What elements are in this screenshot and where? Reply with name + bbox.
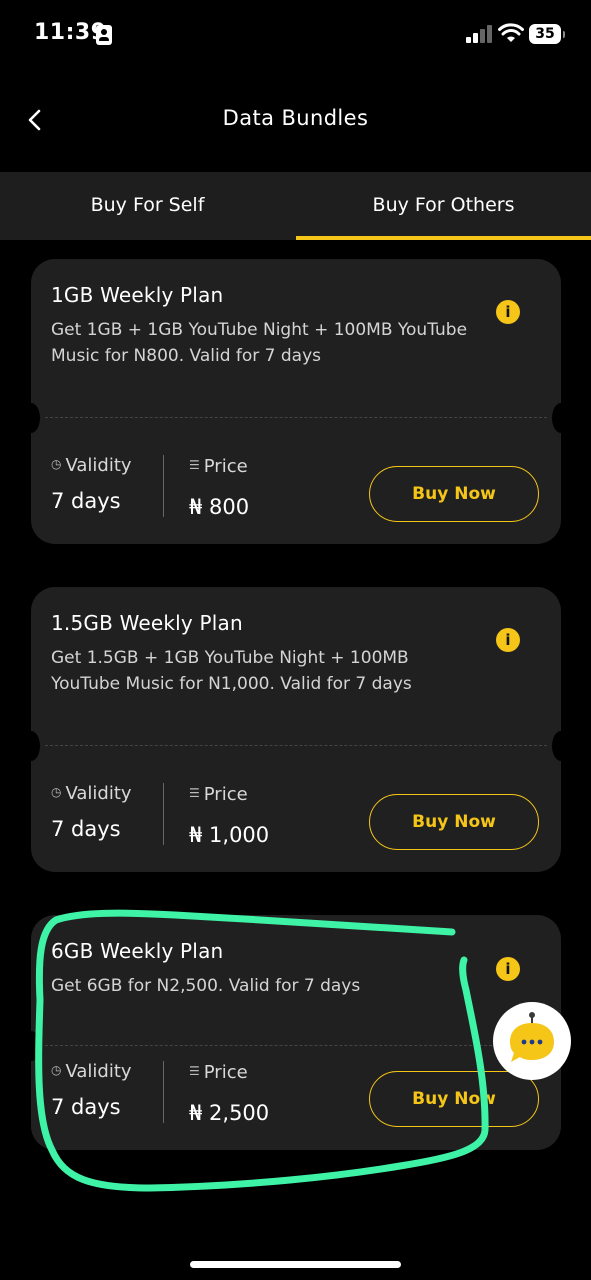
info-icon[interactable]: i (496, 300, 520, 324)
dashed-divider (45, 417, 547, 418)
plan-card: 1GB Weekly Plan Get 1GB + 1GB YouTube Ni… (31, 259, 561, 544)
price-label: ☰ Price (189, 1062, 248, 1083)
cellular-signal-icon (466, 25, 492, 43)
ticket-notch (552, 403, 561, 433)
tab-buy-for-others[interactable]: Buy For Others (296, 172, 591, 240)
validity-label: ◷ Validity (51, 783, 132, 804)
plan-description: Get 1GB + 1GB YouTube Night + 100MB YouT… (51, 320, 468, 366)
price-label: ☰ Price (189, 456, 248, 477)
info-icon[interactable]: i (496, 628, 520, 652)
page-title: Data Bundles (222, 106, 369, 130)
active-tab-indicator (296, 236, 591, 240)
clock-icon: ◷ (51, 785, 62, 799)
status-bar: 11:39 35 (0, 0, 591, 72)
clock-icon: ◷ (51, 457, 62, 471)
plan-description: Get 1.5GB + 1GB YouTube Night + 100MB Yo… (51, 648, 412, 694)
price-value: ₦ 2,500 (189, 1101, 270, 1125)
app-header: Data Bundles (0, 90, 591, 150)
vertical-divider (163, 1061, 164, 1123)
clock-icon: ◷ (51, 1063, 62, 1077)
wifi-icon (498, 23, 524, 42)
plan-card: 1.5GB Weekly Plan Get 1.5GB + 1GB YouTub… (31, 587, 561, 872)
ticket-notch (31, 403, 40, 433)
plan-description: Get 6GB for N2,500. Valid for 7 days (51, 976, 361, 996)
ticket-notch (552, 731, 561, 761)
plan-card: 6GB Weekly Plan Get 6GB for N2,500. Vali… (31, 915, 561, 1150)
vertical-divider (163, 455, 164, 517)
buy-now-button[interactable]: Buy Now (369, 466, 539, 522)
dashed-divider (45, 745, 547, 746)
buy-now-button[interactable]: Buy Now (369, 794, 539, 850)
price-list-icon: ☰ (189, 786, 200, 800)
chat-bot-icon (510, 1012, 554, 1062)
plan-title: 1.5GB Weekly Plan (51, 611, 243, 635)
validity-label: ◷ Validity (51, 455, 132, 476)
validity-value: 7 days (51, 489, 121, 513)
price-value: ₦ 800 (189, 495, 250, 519)
info-icon[interactable]: i (496, 957, 520, 981)
ticket-notch (31, 1031, 40, 1061)
home-indicator (190, 1261, 401, 1268)
plan-title: 6GB Weekly Plan (51, 939, 224, 963)
plan-title: 1GB Weekly Plan (51, 283, 224, 307)
tab-bar: Buy For Self Buy For Others (0, 172, 591, 240)
ticket-notch (31, 731, 40, 761)
price-list-icon: ☰ (189, 458, 200, 472)
price-list-icon: ☰ (189, 1064, 200, 1078)
validity-value: 7 days (51, 817, 121, 841)
battery-icon: 35 (529, 24, 565, 44)
validity-label: ◷ Validity (51, 1061, 132, 1082)
validity-value: 7 days (51, 1095, 121, 1119)
price-label: ☰ Price (189, 784, 248, 805)
dashed-divider (45, 1045, 547, 1046)
id-card-icon (96, 25, 112, 45)
chat-bot-button[interactable] (493, 1002, 571, 1080)
tab-buy-for-self[interactable]: Buy For Self (0, 172, 295, 240)
vertical-divider (163, 783, 164, 845)
price-value: ₦ 1,000 (189, 823, 270, 847)
